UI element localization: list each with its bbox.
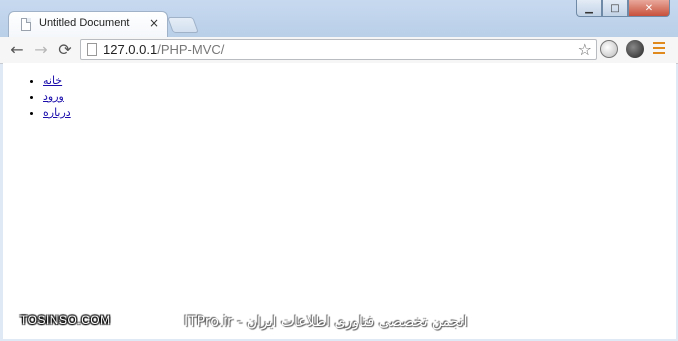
- close-window-button[interactable]: ✕: [628, 0, 670, 17]
- bookmark-star-icon[interactable]: ☆: [578, 40, 592, 59]
- nav-item-home: خانه: [43, 73, 71, 89]
- nav-list: خانه ورود درباره: [25, 73, 71, 121]
- nav-item-login: ورود: [43, 89, 71, 105]
- watermark-left: TOSINSO.COM: [20, 313, 111, 327]
- page-viewport: خانه ورود درباره: [3, 63, 676, 339]
- menu-icon[interactable]: [653, 42, 665, 57]
- back-button[interactable]: ←: [8, 40, 26, 59]
- browser-window: Untitled Document × ▁ □ ✕ ← → ⟳ 127.0.0.…: [0, 0, 678, 341]
- nav-link-about[interactable]: درباره: [43, 106, 71, 119]
- nav-link-login[interactable]: ورود: [43, 90, 64, 103]
- maximize-button[interactable]: □: [602, 0, 628, 17]
- url-text[interactable]: 127.0.0.1/PHP-MVC/: [103, 42, 224, 57]
- reload-button[interactable]: ⟳: [56, 40, 74, 59]
- browser-toolbar: ← → ⟳ 127.0.0.1/PHP-MVC/ ☆: [0, 37, 678, 64]
- extension-icon[interactable]: [626, 40, 644, 58]
- window-controls: ▁ □ ✕: [576, 0, 670, 17]
- forward-button[interactable]: →: [32, 40, 50, 59]
- address-bar[interactable]: 127.0.0.1/PHP-MVC/ ☆: [80, 39, 597, 60]
- new-tab-button[interactable]: [167, 17, 199, 33]
- nav-item-about: درباره: [43, 105, 71, 121]
- document-icon: [21, 18, 31, 31]
- watermark-right: ITPro.ir - انجمن تخصصی فناوری اطلاعات ای…: [184, 314, 468, 330]
- tab-close-button[interactable]: ×: [149, 16, 159, 30]
- globe-extension-icon[interactable]: [600, 40, 618, 58]
- nav-link-home[interactable]: خانه: [43, 74, 62, 87]
- url-host: 127.0.0.1: [103, 42, 158, 57]
- title-bar: Untitled Document × ▁ □ ✕: [0, 0, 678, 37]
- minimize-button[interactable]: ▁: [576, 0, 602, 17]
- page-icon: [87, 43, 97, 56]
- tab-title: Untitled Document: [39, 17, 130, 29]
- url-path: /PHP-MVC/: [157, 42, 225, 57]
- tab-active[interactable]: Untitled Document ×: [8, 11, 168, 37]
